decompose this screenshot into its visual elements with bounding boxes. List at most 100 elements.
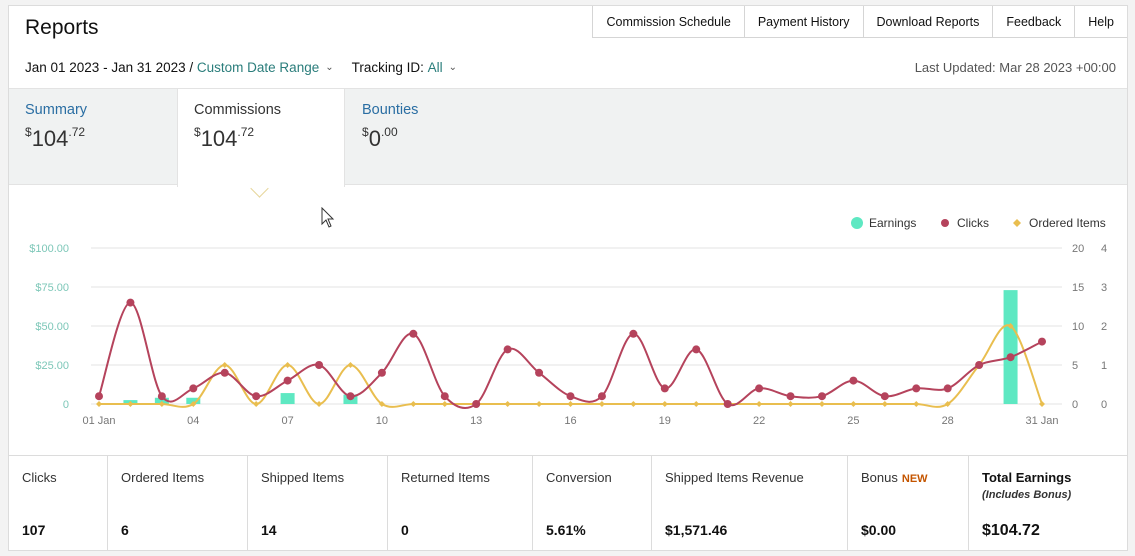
clicks-point	[189, 384, 198, 393]
x-tick-label: 28	[942, 415, 954, 427]
legend-ordered-marker	[1013, 219, 1021, 227]
ordered-items-point	[661, 401, 668, 407]
ordered-items-point	[96, 401, 102, 407]
chevron-down-icon[interactable]: ⌄	[449, 62, 457, 73]
y-right-clicks-tick: 15	[1072, 282, 1084, 294]
reports-panel: Reports Commission Schedule Payment Hist…	[8, 5, 1128, 551]
x-tick-label: 10	[376, 415, 388, 427]
tab-label: Summary	[25, 102, 88, 118]
stat-conversion: Conversion 5.61%	[533, 456, 652, 551]
clicks-point	[597, 392, 606, 401]
y-right-items-tick: 1	[1101, 360, 1107, 372]
clicks-point	[629, 329, 638, 338]
clicks-point	[817, 392, 826, 401]
commission-schedule-button[interactable]: Commission Schedule	[592, 6, 744, 38]
summary-amount: $104.72	[25, 124, 86, 151]
download-reports-button[interactable]: Download Reports	[862, 6, 993, 38]
stat-shipped-items: Shipped Items 14	[248, 456, 388, 551]
x-tick-label: 04	[187, 415, 199, 427]
feedback-button[interactable]: Feedback	[992, 6, 1075, 38]
ordered-items-point	[630, 401, 637, 407]
stat-bonus: Bonus NEW $0.00	[848, 456, 969, 551]
ordered-items-point	[316, 401, 323, 407]
tab-summary[interactable]: Summary $104.72	[9, 89, 177, 184]
clicks-point	[692, 345, 701, 354]
legend-clicks-marker	[941, 219, 949, 227]
commissions-amount: $104.72	[194, 124, 255, 151]
x-tick-label: 16	[564, 415, 576, 427]
report-tabs: Summary $104.72 Commissions $104.72 Boun…	[9, 88, 1127, 187]
earnings-bar	[280, 393, 295, 404]
legend-label: Earnings	[869, 216, 916, 230]
ordered-items-point	[347, 362, 354, 368]
mouse-cursor-icon	[321, 207, 335, 228]
ordered-items-point	[410, 401, 417, 407]
y-left-tick: $50.00	[35, 321, 69, 333]
legend-label: Clicks	[957, 216, 989, 230]
ordered-items-point	[536, 401, 543, 407]
y-right-items-tick: 3	[1101, 282, 1107, 294]
clicks-point	[723, 400, 732, 408]
x-tick-label: 31 Jan	[1025, 415, 1058, 427]
bounties-amount: $0.00	[362, 124, 398, 151]
legend-label: Ordered Items	[1029, 216, 1106, 230]
ordered-items-point	[693, 401, 700, 407]
custom-date-range-dropdown[interactable]: Custom Date Range	[197, 60, 319, 75]
y-right-clicks-tick: 10	[1072, 321, 1084, 333]
y-right-items-tick: 2	[1101, 321, 1107, 333]
clicks-point	[535, 368, 544, 377]
ordered-items-point	[1039, 401, 1045, 407]
payment-history-button[interactable]: Payment History	[743, 6, 863, 38]
help-button[interactable]: Help	[1074, 6, 1127, 38]
clicks-point	[252, 392, 261, 401]
stat-ordered-items: Ordered Items 6	[108, 456, 248, 551]
ordered-items-point	[818, 401, 825, 407]
tab-label: Bounties	[362, 102, 419, 118]
clicks-point	[1038, 337, 1046, 346]
clicks-point	[943, 384, 952, 393]
ordered-items-point	[850, 401, 857, 407]
page-title: Reports	[25, 16, 99, 39]
clicks-point	[880, 392, 889, 401]
ordered-items-point	[504, 401, 511, 407]
clicks-point	[975, 361, 984, 369]
top-nav: Commission Schedule Payment History Down…	[592, 6, 1127, 38]
legend-earnings-marker	[851, 217, 863, 229]
tracking-id-dropdown[interactable]: All	[428, 60, 443, 75]
clicks-point	[912, 384, 921, 393]
stat-shipped-revenue: Shipped Items Revenue $1,571.46	[652, 456, 848, 551]
y-right-items-tick: 0	[1101, 399, 1107, 411]
stat-total-earnings: Total Earnings (Includes Bonus) $104.72	[982, 470, 1072, 539]
y-right-clicks-tick: 20	[1072, 243, 1084, 255]
x-tick-label: 25	[847, 415, 859, 427]
tab-bounties[interactable]: Bounties $0.00	[346, 89, 514, 184]
y-left-tick: $25.00	[35, 360, 69, 372]
tab-commissions[interactable]: Commissions $104.72	[177, 89, 345, 187]
x-tick-label: 07	[281, 415, 293, 427]
ordered-items-point	[221, 362, 228, 368]
last-updated: Last Updated: Mar 28 2023 +00:00	[914, 60, 1116, 75]
ordered-items-point	[756, 401, 763, 407]
clicks-point	[755, 384, 764, 393]
chevron-down-icon[interactable]: ⌄	[325, 62, 333, 73]
clicks-point	[220, 368, 229, 377]
date-range-text: Jan 01 2023 - Jan 31 2023 /	[25, 60, 194, 75]
clicks-point	[566, 392, 575, 401]
stats-bar: Clicks 107 Ordered Items 6 Shipped Items…	[9, 455, 1127, 551]
earnings-bar	[1003, 290, 1018, 404]
clicks-point	[1006, 353, 1015, 362]
ordered-items-point	[881, 401, 888, 407]
x-tick-label: 22	[753, 415, 765, 427]
clicks-point	[157, 392, 166, 401]
clicks-point	[315, 361, 324, 369]
ordered-items-point	[598, 401, 605, 407]
clicks-point	[440, 392, 449, 401]
y-left-tick: 0	[63, 399, 69, 411]
chart-area: Earnings Clicks Ordered Items $100.00 20 4 $75…	[9, 186, 1127, 454]
earnings-chart: Earnings Clicks Ordered Items$100.00 20 4$75…	[29, 216, 1107, 427]
ordered-items-point	[441, 401, 448, 407]
clicks-point	[660, 384, 669, 393]
clicks-point	[503, 345, 512, 354]
new-badge: NEW	[901, 473, 928, 485]
clicks-point	[786, 392, 795, 401]
